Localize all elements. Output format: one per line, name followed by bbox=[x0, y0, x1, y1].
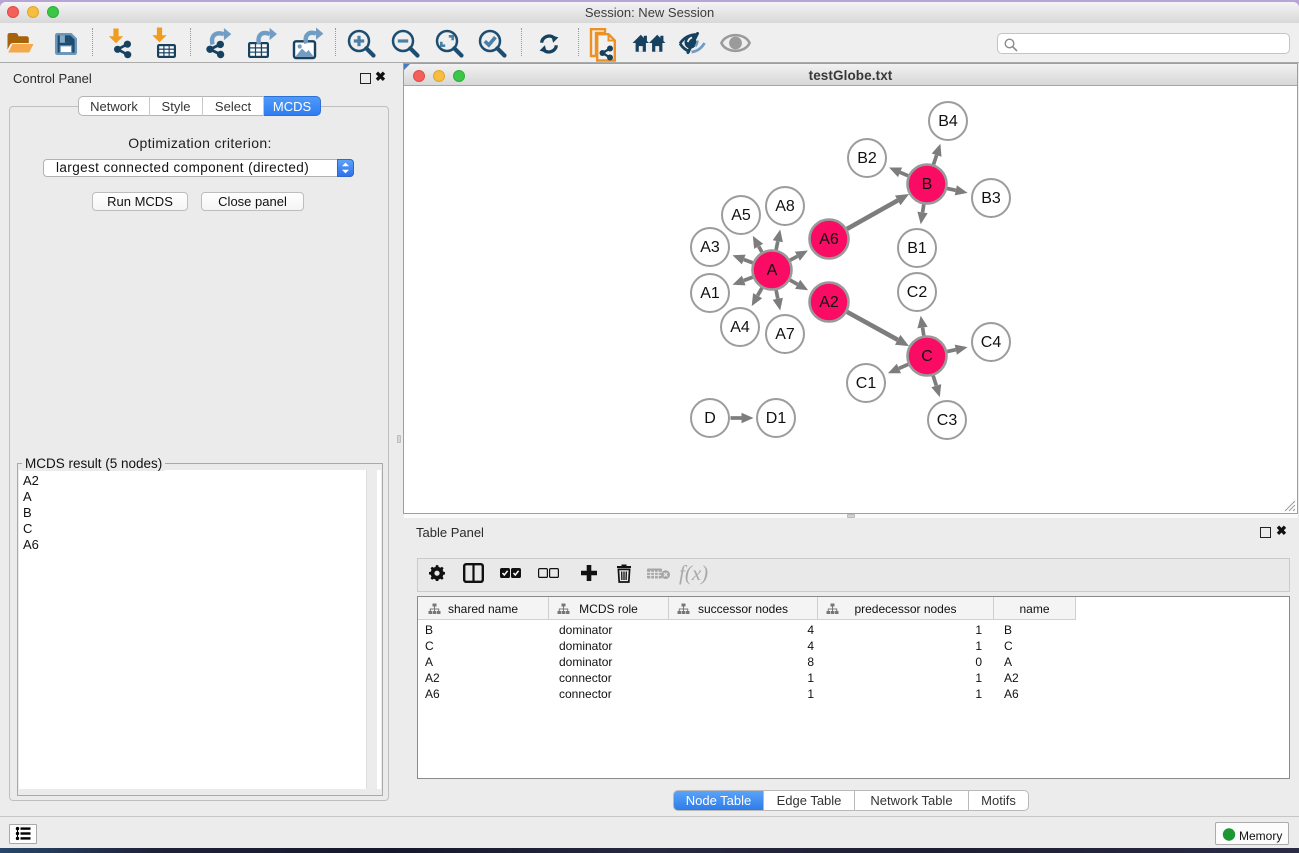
svg-text:D: D bbox=[704, 410, 716, 427]
svg-text:C1: C1 bbox=[856, 375, 877, 392]
svg-text:D1: D1 bbox=[766, 410, 787, 427]
svg-text:B4: B4 bbox=[938, 113, 958, 130]
svg-text:B2: B2 bbox=[857, 150, 877, 167]
svg-text:C3: C3 bbox=[937, 412, 958, 429]
svg-text:A2: A2 bbox=[819, 294, 839, 311]
svg-text:A1: A1 bbox=[700, 285, 720, 302]
svg-text:C4: C4 bbox=[981, 334, 1002, 351]
svg-text:C2: C2 bbox=[907, 284, 928, 301]
svg-text:A: A bbox=[767, 262, 778, 279]
svg-text:C: C bbox=[921, 348, 933, 365]
svg-text:B1: B1 bbox=[907, 240, 927, 257]
svg-text:A3: A3 bbox=[700, 239, 720, 256]
svg-text:A7: A7 bbox=[775, 326, 795, 343]
svg-text:B: B bbox=[922, 176, 933, 193]
svg-text:A5: A5 bbox=[731, 207, 751, 224]
svg-text:A8: A8 bbox=[775, 198, 795, 215]
svg-text:A4: A4 bbox=[730, 319, 750, 336]
svg-text:A6: A6 bbox=[819, 231, 839, 248]
svg-text:B3: B3 bbox=[981, 190, 1001, 207]
